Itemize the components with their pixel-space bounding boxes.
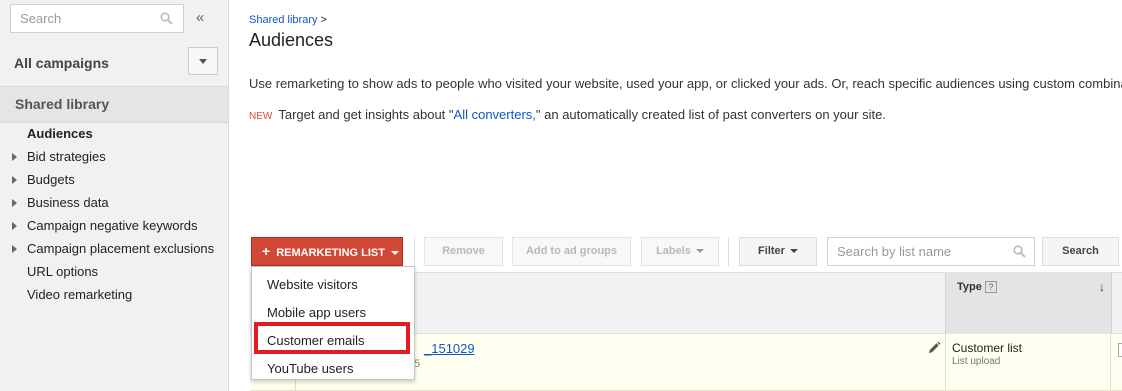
all-campaigns-label[interactable]: All campaigns [14,55,109,71]
expand-triangle-icon[interactable] [12,153,17,161]
plus-icon: + [262,243,271,259]
expand-triangle-icon[interactable] [12,222,17,230]
type-column-label: Type [957,281,982,293]
labels-button-label: Labels [656,245,691,257]
sidebar-item-campaign-negative-keywords[interactable]: Campaign negative keywords [0,218,228,241]
sidebar-item-audiences[interactable]: Audiences [0,126,228,149]
sidebar-item-label: Campaign placement exclusions [27,241,215,256]
sidebar: « All campaigns Shared library Audiences… [0,0,229,391]
remove-button[interactable]: Remove [424,237,503,266]
page-description: Use remarketing to show ads to people wh… [249,76,1122,91]
sidebar-item-label: URL options [27,264,99,279]
filter-button-label: Filter [758,245,785,257]
menu-item-website-visitors[interactable]: Website visitors [267,277,358,292]
toolbar-divider [414,237,415,266]
shared-library-label: Shared library [15,96,110,112]
add-remarketing-list-button[interactable]: + REMARKETING LIST [251,237,403,266]
sidebar-nav: Audiences Bid strategies Budgets Busines… [0,126,228,310]
help-icon[interactable]: ? [984,281,997,293]
expand-triangle-icon[interactable] [12,176,17,184]
search-button[interactable]: Search [1042,237,1119,266]
search-icon[interactable] [1013,245,1026,258]
search-button-label: Search [1062,245,1099,257]
sidebar-item-label: Campaign negative keywords [27,218,198,233]
chevron-down-icon [199,59,207,64]
sort-descending-icon[interactable]: ↓ [1099,280,1105,294]
sidebar-item-campaign-placement-exclusions[interactable]: Campaign placement exclusions [0,241,228,264]
breadcrumb: Shared library > [249,14,327,26]
all-converters-link[interactable]: All converters, [454,107,536,122]
sidebar-item-label: Budgets [27,172,75,187]
sidebar-item-video-remarketing[interactable]: Video remarketing [0,287,228,310]
collapse-sidebar-icon[interactable]: « [196,9,204,27]
row-checkbox[interactable] [1118,343,1122,357]
filter-button[interactable]: Filter [739,237,817,266]
highlight-box [254,322,410,354]
column-header-label: Type? [957,281,997,293]
list-name-link[interactable]: _151029 [424,341,475,356]
sidebar-item-bid-strategies[interactable]: Bid strategies [0,149,228,172]
type-subtext: List upload [952,356,1001,367]
sidebar-item-label: Bid strategies [27,149,106,164]
page-title: Audiences [249,30,334,50]
expand-triangle-icon[interactable] [12,199,17,207]
chevron-down-icon [390,251,399,256]
chevron-down-icon [789,249,798,254]
breadcrumb-separator: > [320,14,327,26]
menu-item-youtube-users[interactable]: YouTube users [267,361,354,376]
sidebar-item-label: Video remarketing [27,287,133,302]
add-button-label: REMARKETING LIST [276,247,385,259]
add-to-ad-groups-label: Add to ad groups [525,245,618,257]
new-notice: NEW Target and get insights about "All co… [249,107,886,122]
expand-triangle-icon[interactable] [12,245,17,253]
shared-library-header[interactable]: Shared library [0,86,228,123]
remove-button-label: Remove [442,245,485,257]
chevron-down-icon [695,249,704,254]
sidebar-search-input[interactable] [11,5,151,32]
column-header-type[interactable]: Type? ↓ [945,272,1112,334]
labels-button[interactable]: Labels [641,237,719,266]
list-search-input[interactable] [828,238,1003,265]
sidebar-item-business-data[interactable]: Business data [0,195,228,218]
sidebar-search-box[interactable] [10,4,184,33]
menu-item-mobile-app-users[interactable]: Mobile app users [267,305,366,320]
type-value: Customer list [952,341,1023,355]
search-icon[interactable] [160,12,173,25]
pencil-icon[interactable] [927,341,941,355]
column-divider [1110,334,1111,391]
sidebar-item-label: Audiences [27,126,93,141]
all-campaigns-dropdown-button[interactable] [188,47,218,75]
sidebar-item-label: Business data [27,195,109,210]
sidebar-item-budgets[interactable]: Budgets [0,172,228,195]
notice-text-before: Target and get insights about " [278,107,454,122]
breadcrumb-shared-library-link[interactable]: Shared library [249,14,317,26]
column-divider [945,334,946,391]
add-to-ad-groups-button[interactable]: Add to ad groups [512,237,631,266]
new-badge: NEW [249,111,273,122]
toolbar-divider [728,237,729,266]
list-search-box[interactable] [827,237,1035,266]
notice-text-after: " an automatically created list of past … [535,107,886,122]
sidebar-item-url-options[interactable]: URL options [0,264,228,287]
